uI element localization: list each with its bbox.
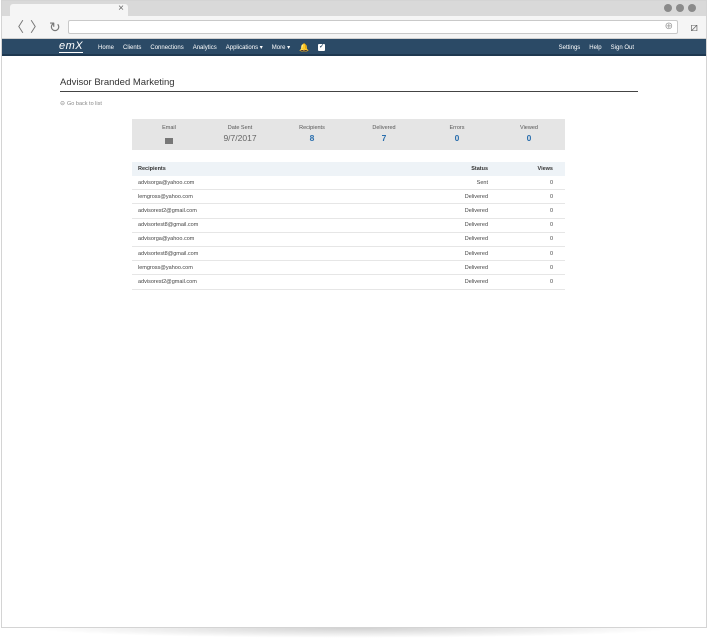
cell-email: advisorga@yahoo.com (138, 179, 195, 186)
cell-status: Delivered (464, 207, 488, 214)
cell-email: advisortest8@gmail.com (138, 222, 199, 229)
extension-icon[interactable]: ⧄ (690, 20, 698, 35)
nav-settings[interactable]: Settings (559, 45, 581, 51)
stat-date-sent: Date Sent 9/7/2017 (210, 125, 270, 143)
url-bar[interactable]: ⊕ (68, 20, 678, 34)
bell-icon[interactable]: 🔔 (299, 43, 309, 52)
stat-recipients: Recipients 8 (282, 125, 342, 143)
back-arrow-icon[interactable]: 〈 (10, 19, 24, 35)
back-link[interactable]: ⊖ Go back to list (60, 100, 102, 108)
cell-views: 0 (549, 278, 553, 285)
table-row: advisortest8@gmail.com Delivered 0 (132, 219, 565, 233)
browser-tab-bar: × (2, 1, 706, 16)
cell-views: 0 (549, 236, 553, 243)
nav-applications-dropdown[interactable]: Applications ▾ (226, 44, 263, 51)
browser-toolbar: 〈 〉 ↻ ⊕ ⧄ (2, 16, 706, 39)
nav-clients[interactable]: Clients (123, 45, 141, 51)
cell-views: 0 (549, 207, 553, 214)
cell-status: Sent (476, 179, 488, 186)
nav-home[interactable]: Home (98, 45, 114, 51)
cell-email: advisorga@yahoo.com (138, 236, 195, 243)
minimize-button[interactable] (664, 4, 672, 12)
checkbox-icon[interactable]: ✓ (318, 44, 326, 51)
back-link-label: Go back to list (67, 100, 102, 107)
stats-panel: Email Date Sent 9/7/2017 Recipients 8 De… (132, 119, 565, 150)
nav-right-menu: Settings Help Sign Out (559, 39, 634, 56)
reload-icon[interactable]: ↻ (49, 19, 61, 35)
browser-tab[interactable]: × (10, 3, 128, 16)
cell-status: Delivered (464, 193, 488, 200)
cell-status: Delivered (464, 222, 488, 229)
stat-delivered-label: Delivered (372, 125, 396, 131)
header-recipients[interactable]: Recipients (132, 166, 412, 172)
window-shadow (30, 628, 678, 638)
nav-left-menu: Home Clients Connections Analytics Appli… (98, 39, 326, 56)
envelope-icon (165, 138, 173, 144)
header-views[interactable]: Views (488, 166, 559, 172)
app-navbar: emX Home Clients Connections Analytics A… (2, 39, 706, 56)
stat-viewed-value[interactable]: 0 (499, 133, 559, 143)
cell-status: Delivered (464, 264, 488, 271)
table-row: advisorga@yahoo.com Delivered 0 (132, 233, 565, 247)
cell-email: lemgross@yahoo.com (138, 193, 193, 200)
emx-logo[interactable]: emX (59, 41, 84, 53)
forward-arrow-icon[interactable]: 〉 (30, 19, 44, 35)
table-header: Recipients Status Views (132, 162, 565, 176)
table-row: lemgross@yahoo.com Delivered 0 (132, 190, 565, 205)
close-window-button[interactable] (688, 4, 696, 12)
table-row: advisorest2@gmail.com Delivered 0 (132, 275, 565, 290)
window-controls (664, 4, 696, 12)
cell-email: lemgross@yahoo.com (138, 264, 193, 271)
stat-date-value: 9/7/2017 (223, 133, 257, 143)
cell-views: 0 (549, 250, 553, 257)
close-tab-icon[interactable]: × (118, 3, 124, 15)
nav-more-dropdown[interactable]: More ▾ (272, 44, 290, 51)
stat-recipients-label: Recipients (299, 125, 325, 131)
table-row: advisorest2@gmail.com Delivered 0 (132, 204, 565, 219)
browser-window: × 〈 〉 ↻ ⊕ ⧄ emX Home Clients Connections… (1, 0, 707, 628)
header-status[interactable]: Status (412, 166, 488, 172)
cell-email: advisorest2@gmail.com (138, 207, 197, 214)
stat-delivered: Delivered 7 (354, 125, 414, 143)
stat-recipients-value[interactable]: 8 (282, 133, 342, 143)
nav-sign-out[interactable]: Sign Out (611, 45, 634, 51)
cell-views: 0 (549, 264, 553, 271)
stat-delivered-value[interactable]: 7 (354, 133, 414, 143)
cell-views: 0 (549, 222, 553, 229)
table-row: advisorga@yahoo.com Sent 0 (132, 176, 565, 191)
nav-help[interactable]: Help (589, 45, 601, 51)
nav-analytics[interactable]: Analytics (193, 45, 217, 51)
maximize-button[interactable] (676, 4, 684, 12)
stat-date-label: Date Sent (227, 125, 253, 131)
table-row: advisortest8@gmail.com Delivered 0 (132, 247, 565, 262)
stat-viewed: Viewed 0 (499, 125, 559, 143)
stat-viewed-label: Viewed (520, 125, 538, 131)
cell-views: 0 (549, 179, 553, 186)
cell-status: Delivered (464, 250, 488, 257)
recipients-table: Recipients Status Views advisorga@yahoo.… (132, 162, 565, 290)
stat-email: Email (139, 125, 199, 149)
nav-connections[interactable]: Connections (150, 45, 183, 51)
cell-email: advisorest2@gmail.com (138, 278, 197, 285)
stat-errors-label: Errors (449, 125, 465, 131)
table-row: lemgross@yahoo.com Delivered 0 (132, 261, 565, 276)
page-title: Advisor Branded Marketing (60, 77, 175, 88)
cell-email: advisortest8@gmail.com (138, 250, 199, 257)
cell-status: Delivered (464, 278, 488, 285)
cell-status: Delivered (464, 236, 488, 243)
globe-icon: ⊕ (664, 21, 673, 32)
back-circle-icon: ⊖ (60, 101, 66, 107)
title-divider (60, 91, 638, 92)
stat-errors-value[interactable]: 0 (427, 133, 487, 143)
stat-email-label: Email (162, 125, 176, 131)
stat-errors: Errors 0 (427, 125, 487, 143)
cell-views: 0 (549, 193, 553, 200)
